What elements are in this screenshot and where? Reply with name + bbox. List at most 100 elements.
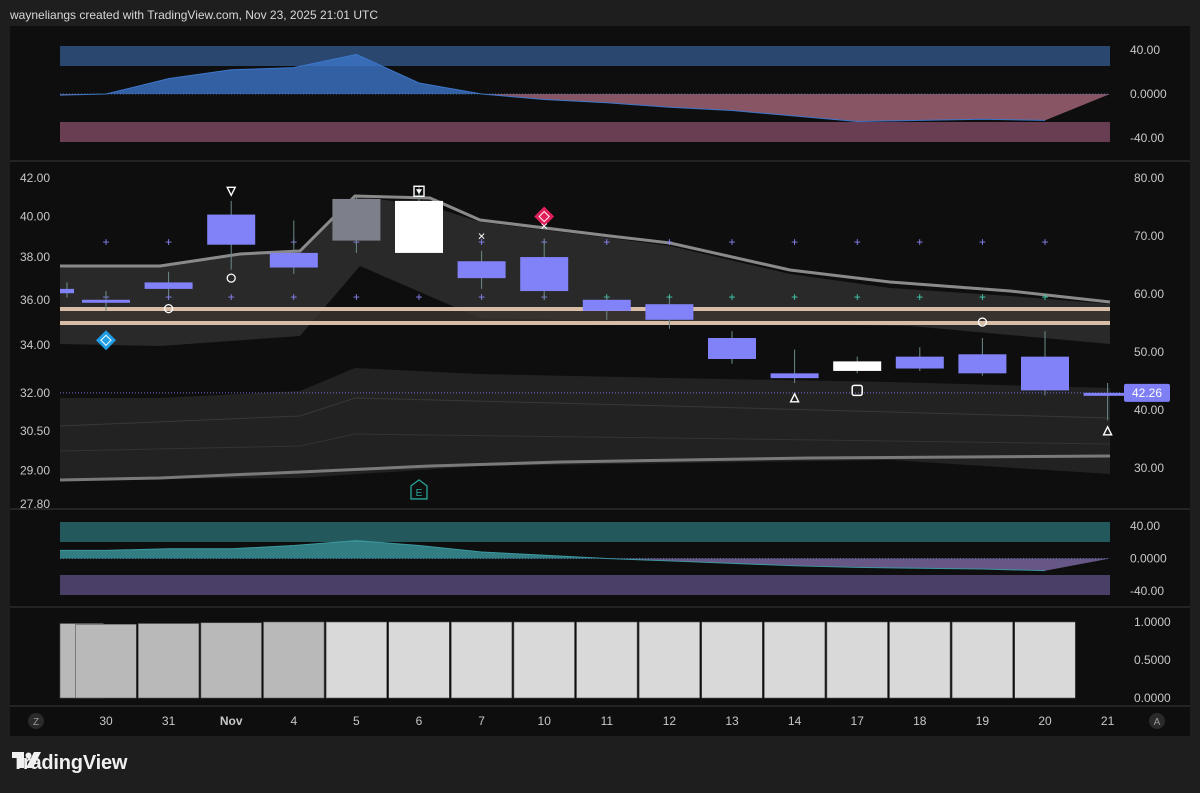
volume-tick-label: 0.0000 <box>1134 691 1171 705</box>
candle-body <box>645 304 694 320</box>
price-tick-label: 30.50 <box>20 424 50 438</box>
triangle-down-mark <box>226 186 237 197</box>
lower-osc-tick-label: -40.00 <box>1130 584 1164 598</box>
plus-marker: + <box>353 290 360 304</box>
volume-bar <box>263 621 325 699</box>
time-axis-label: 6 <box>416 714 423 728</box>
square-triangle-inner <box>416 189 422 195</box>
time-axis-label: Nov <box>220 714 243 728</box>
time-axis-label: 18 <box>913 714 927 728</box>
attribution-text: wayneliangs created with TradingView.com… <box>10 8 378 22</box>
volume-bar <box>75 623 137 699</box>
plus-marker: + <box>228 290 235 304</box>
candle-body <box>958 354 1007 374</box>
plus-marker: + <box>290 290 297 304</box>
candle-body <box>269 252 318 268</box>
candle-body <box>833 361 882 371</box>
secondary-tick-label: 50.00 <box>1134 345 1164 359</box>
volume-bar <box>450 621 513 699</box>
level-zone <box>60 311 1110 321</box>
lower-osc-top-band <box>60 522 1110 542</box>
volume-bar <box>701 621 763 699</box>
time-axis-label: 4 <box>290 714 297 728</box>
volume-bar <box>325 621 388 699</box>
volume-bar <box>388 621 450 699</box>
candle-body <box>82 299 130 303</box>
plus-marker: + <box>102 235 109 249</box>
secondary-tick-label: 30.00 <box>1134 461 1164 475</box>
upper-osc-tick-label: -40.00 <box>1130 131 1164 145</box>
candle-body <box>770 373 819 379</box>
plus-marker: + <box>979 290 986 304</box>
cross-mark: × <box>478 229 486 244</box>
cross-mark: × <box>540 218 548 233</box>
time-axis-label: 14 <box>788 714 802 728</box>
plus-marker: + <box>854 235 861 249</box>
plus-marker: + <box>415 290 422 304</box>
chart-svg[interactable]: ++++++++++++++++++++++++++++++++××E42.00… <box>10 26 1190 736</box>
tradingview-logo[interactable]: TradingView <box>12 752 127 775</box>
time-axis-label: 21 <box>1101 714 1115 728</box>
candle-body <box>395 200 443 253</box>
lower-osc-tick-label: 0.0000 <box>1130 552 1167 566</box>
time-axis-label: 20 <box>1038 714 1052 728</box>
plus-marker: + <box>791 235 798 249</box>
lower-osc-tick-label: 40.00 <box>1130 519 1160 533</box>
volume-bar <box>638 621 700 699</box>
upper-osc-tick-label: 40.00 <box>1130 43 1160 57</box>
earnings-label: E <box>416 488 423 499</box>
plus-marker: + <box>979 235 986 249</box>
plus-marker: + <box>854 290 861 304</box>
plus-marker: + <box>1041 235 1048 249</box>
zoom-reset-label: Z <box>33 717 39 728</box>
plus-marker: + <box>666 235 673 249</box>
upper-osc-tick-label: 0.0000 <box>1130 87 1167 101</box>
candle-body <box>1021 356 1069 391</box>
auto-scale-label: A <box>1154 717 1161 728</box>
volume-tick-label: 1.0000 <box>1134 615 1171 629</box>
plus-marker: + <box>791 290 798 304</box>
volume-bar <box>889 621 951 699</box>
volume-bar <box>138 623 200 699</box>
plus-marker: + <box>1041 290 1048 304</box>
secondary-tick-label: 70.00 <box>1134 229 1164 243</box>
candle-body <box>332 198 381 241</box>
time-axis-label: 17 <box>851 714 865 728</box>
upper-osc-bottom-band <box>60 122 1110 142</box>
secondary-tick-label: 40.00 <box>1134 403 1164 417</box>
upper-osc-negative-area <box>60 94 1110 122</box>
price-tick-label: 38.00 <box>20 250 50 264</box>
volume-bar <box>763 621 826 699</box>
volume-bar <box>576 621 638 699</box>
volume-tick-label: 0.5000 <box>1134 653 1171 667</box>
candle-body <box>895 356 944 369</box>
price-tick-label: 29.00 <box>20 464 50 478</box>
time-axis-label: 31 <box>162 714 176 728</box>
lower-osc-positive-area <box>60 540 1110 559</box>
candle-body <box>60 288 74 294</box>
price-tick-label: 32.00 <box>20 386 50 400</box>
plus-marker: + <box>916 235 923 249</box>
plus-marker: + <box>916 290 923 304</box>
candle-body <box>708 338 756 360</box>
secondary-tick-label: 60.00 <box>1134 287 1164 301</box>
time-axis-label: 11 <box>601 714 614 728</box>
volume-bar <box>1014 621 1076 699</box>
volume-bar <box>951 621 1013 699</box>
plus-marker: + <box>165 235 172 249</box>
time-axis-label: 30 <box>99 714 113 728</box>
level-line-lower <box>60 321 1110 325</box>
chart-area[interactable]: ++++++++++++++++++++++++++++++++××E42.00… <box>10 26 1190 736</box>
volume-bar <box>200 622 262 699</box>
plus-marker: + <box>728 290 735 304</box>
candle-body <box>582 299 631 311</box>
candle-body <box>207 214 256 245</box>
tradingview-logo-icon <box>12 752 41 768</box>
time-axis-label: 12 <box>663 714 677 728</box>
price-tick-label: 27.80 <box>20 497 50 511</box>
upper-osc-top-band <box>60 46 1110 66</box>
plus-marker: + <box>603 235 610 249</box>
time-axis-label: 10 <box>538 714 552 728</box>
last-value-label: 42.26 <box>1132 386 1162 400</box>
secondary-tick-label: 80.00 <box>1134 171 1164 185</box>
